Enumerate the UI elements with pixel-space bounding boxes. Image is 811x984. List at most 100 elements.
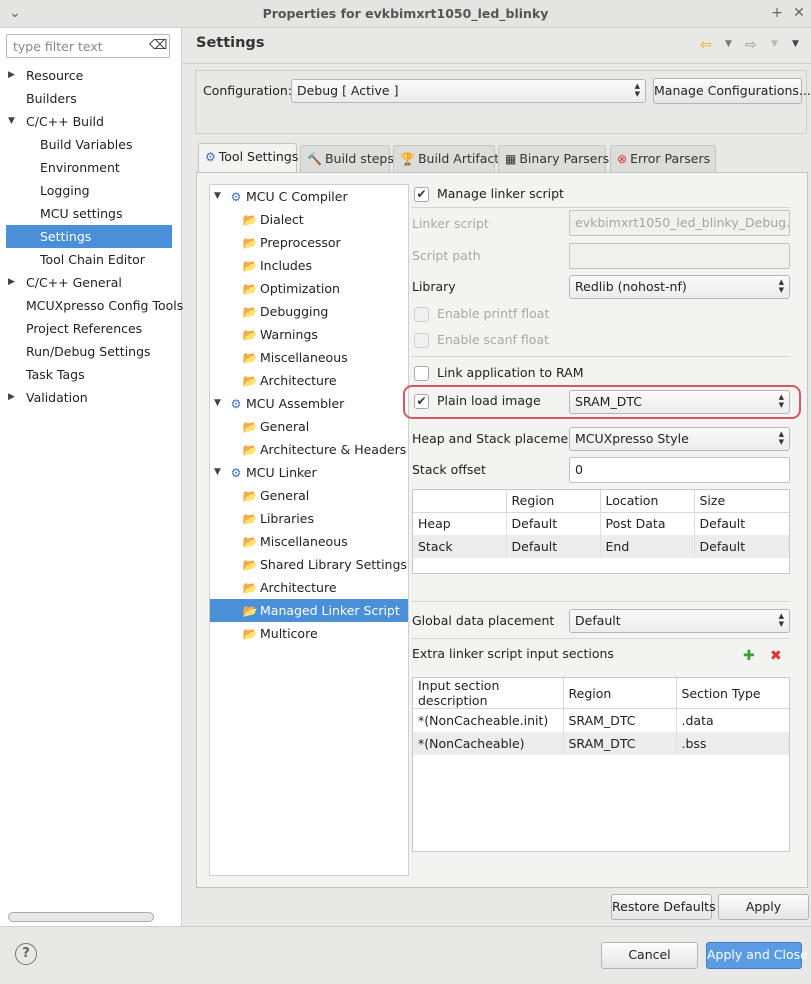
manage-configurations-button[interactable]: Manage Configurations... <box>653 78 811 104</box>
sidebar-item[interactable]: MCU settings <box>0 202 172 225</box>
library-select[interactable]: Redlib (nohost-nf) ▲ ▼ <box>569 275 790 299</box>
tree-option-node[interactable]: 📂 Includes <box>210 254 408 277</box>
tree-option-node[interactable]: 📂 Warnings <box>210 323 408 346</box>
remove-icon[interactable]: ✖ <box>770 648 782 664</box>
linker-script-field[interactable]: evkbimxrt1050_led_blinky_Debug.ld <box>569 210 790 236</box>
table-cell[interactable]: Default <box>506 512 601 535</box>
tab-error-parsers[interactable]: ⊗ Error Parsers <box>610 145 716 173</box>
table-cell[interactable]: Default <box>694 535 789 558</box>
back-arrow-icon[interactable]: ⇦ <box>700 37 712 53</box>
manage-linker-script-row[interactable]: ✔ Manage linker script <box>414 186 564 202</box>
link-to-ram-checkbox[interactable] <box>414 366 429 381</box>
sidebar-item[interactable]: MCUXpresso Config Tools <box>0 294 183 317</box>
scanf-float-row[interactable]: Enable scanf float <box>414 332 549 348</box>
table-cell[interactable]: End <box>600 535 695 558</box>
collapse-arrow-icon[interactable]: ▼ <box>214 392 221 415</box>
configuration-select[interactable]: Debug [ Active ] ▲ ▼ <box>291 79 646 103</box>
tree-option-node[interactable]: 📂 Multicore <box>210 622 408 645</box>
sidebar-item[interactable]: Builders <box>0 87 172 110</box>
tab-build-artifact[interactable]: 🏆 Build Artifact <box>393 145 499 173</box>
back-dropdown-icon[interactable]: ▼ <box>725 39 732 49</box>
printf-float-checkbox[interactable] <box>414 307 429 322</box>
table-cell[interactable]: Default <box>694 512 789 535</box>
tree-option-node[interactable]: 📂 General <box>210 484 408 507</box>
sidebar-item[interactable]: Build Variables <box>0 133 172 156</box>
tree-option-node[interactable]: 📂 Architecture <box>210 576 408 599</box>
expand-arrow-icon[interactable]: ▶ <box>8 386 15 409</box>
collapse-arrow-icon[interactable]: ▼ <box>214 461 221 484</box>
maximize-icon[interactable]: + <box>768 4 786 22</box>
table-cell[interactable]: SRAM_DTC <box>563 708 677 732</box>
column-header-description[interactable]: Input section description <box>413 678 564 709</box>
restore-defaults-button[interactable]: Restore Defaults <box>611 894 716 920</box>
help-icon[interactable]: ? <box>15 943 37 965</box>
sidebar-item[interactable]: Settings <box>6 225 172 248</box>
view-menu-icon[interactable]: ▼ <box>792 39 799 49</box>
close-icon[interactable]: ✕ <box>790 4 808 22</box>
script-path-field[interactable] <box>569 243 790 269</box>
sidebar-item[interactable]: Logging <box>0 179 172 202</box>
table-row[interactable]: Stack Default End Default <box>413 535 789 558</box>
tree-option-node[interactable]: 📂 Architecture & Headers <box>210 438 408 461</box>
apply-and-close-button[interactable]: Apply and Close <box>706 942 808 969</box>
filter-input[interactable] <box>11 36 147 56</box>
expand-arrow-icon[interactable]: ▶ <box>8 64 15 87</box>
tree-option-node[interactable]: 📂 Miscellaneous <box>210 530 408 553</box>
collapse-arrow-icon[interactable]: ▼ <box>8 110 15 133</box>
stack-offset-field[interactable]: 0 <box>569 457 790 483</box>
link-to-ram-row[interactable]: Link application to RAM <box>414 365 584 381</box>
table-row[interactable]: Heap Default Post Data Default <box>413 512 789 535</box>
sidebar-item[interactable]: ▶ Validation <box>0 386 172 409</box>
column-header-region[interactable]: Region <box>506 490 601 513</box>
tree-option-node[interactable]: 📂 Preprocessor <box>210 231 408 254</box>
tree-option-node[interactable]: 📂 Debugging <box>210 300 408 323</box>
manage-linker-script-checkbox[interactable]: ✔ <box>414 187 429 202</box>
printf-float-row[interactable]: Enable printf float <box>414 306 549 322</box>
table-cell[interactable]: *(NonCacheable) <box>413 731 564 755</box>
column-header-location[interactable]: Location <box>600 490 695 513</box>
sidebar-item[interactable]: ▶ C/C++ General <box>0 271 172 294</box>
cancel-button[interactable]: Cancel <box>601 942 698 969</box>
collapse-arrow-icon[interactable]: ▼ <box>214 185 221 208</box>
forward-dropdown-icon[interactable]: ▼ <box>771 39 778 49</box>
tree-option-node[interactable]: 📂 Shared Library Settings <box>210 553 408 576</box>
table-cell[interactable]: SRAM_DTC <box>563 731 677 755</box>
sidebar-item[interactable]: Project References <box>0 317 172 340</box>
table-cell[interactable]: *(NonCacheable.init) <box>413 708 564 732</box>
forward-arrow-icon[interactable]: ⇨ <box>745 37 757 53</box>
heap-stack-select[interactable]: MCUXpresso Style ▲ ▼ <box>569 427 790 451</box>
tab-binary-parsers[interactable]: ▦ Binary Parsers <box>498 145 609 173</box>
tree-option-node[interactable]: 📂 Miscellaneous <box>210 346 408 369</box>
tree-tool-node[interactable]: ▼ ⚙ MCU Linker <box>210 461 408 484</box>
sidebar-item[interactable]: Environment <box>0 156 172 179</box>
sidebar-item[interactable]: Task Tags <box>0 363 172 386</box>
scanf-float-checkbox[interactable] <box>414 333 429 348</box>
clear-filter-icon[interactable]: ⌫ <box>149 38 167 54</box>
tab-tool-settings[interactable]: ⚙ Tool Settings <box>198 143 298 173</box>
sidebar-item[interactable]: Run/Debug Settings <box>0 340 172 363</box>
column-header-region[interactable]: Region <box>563 678 677 709</box>
table-row[interactable]: *(NonCacheable) SRAM_DTC .bss <box>413 731 789 755</box>
column-header-size[interactable]: Size <box>694 490 789 513</box>
sidebar-horizontal-scrollbar[interactable] <box>8 912 154 922</box>
column-header[interactable] <box>413 490 507 513</box>
column-header-section-type[interactable]: Section Type <box>676 678 789 709</box>
table-cell[interactable]: Post Data <box>600 512 695 535</box>
table-cell[interactable]: .bss <box>676 731 789 755</box>
table-cell[interactable]: .data <box>676 709 789 732</box>
sidebar-item[interactable]: ▼ C/C++ Build <box>0 110 172 133</box>
tree-option-node[interactable]: 📂 Architecture <box>210 369 408 392</box>
sidebar-item[interactable]: ▶ Resource <box>0 64 172 87</box>
tree-tool-node[interactable]: ▼ ⚙ MCU C Compiler <box>210 185 408 208</box>
tree-option-node[interactable]: 📂 Optimization <box>210 277 408 300</box>
table-cell[interactable]: Default <box>506 535 601 558</box>
table-row[interactable]: *(NonCacheable.init) SRAM_DTC .data <box>413 708 789 732</box>
expand-arrow-icon[interactable]: ▶ <box>8 271 15 294</box>
tree-option-node[interactable]: 📂 Managed Linker Script <box>210 599 408 622</box>
tree-option-node[interactable]: 📂 General <box>210 415 408 438</box>
tree-option-node[interactable]: 📂 Libraries <box>210 507 408 530</box>
sidebar-item[interactable]: Tool Chain Editor <box>0 248 172 271</box>
global-data-select[interactable]: Default ▲ ▼ <box>569 609 790 633</box>
apply-button[interactable]: Apply <box>718 894 809 920</box>
tab-build-steps[interactable]: 🔨 Build steps <box>300 145 394 173</box>
